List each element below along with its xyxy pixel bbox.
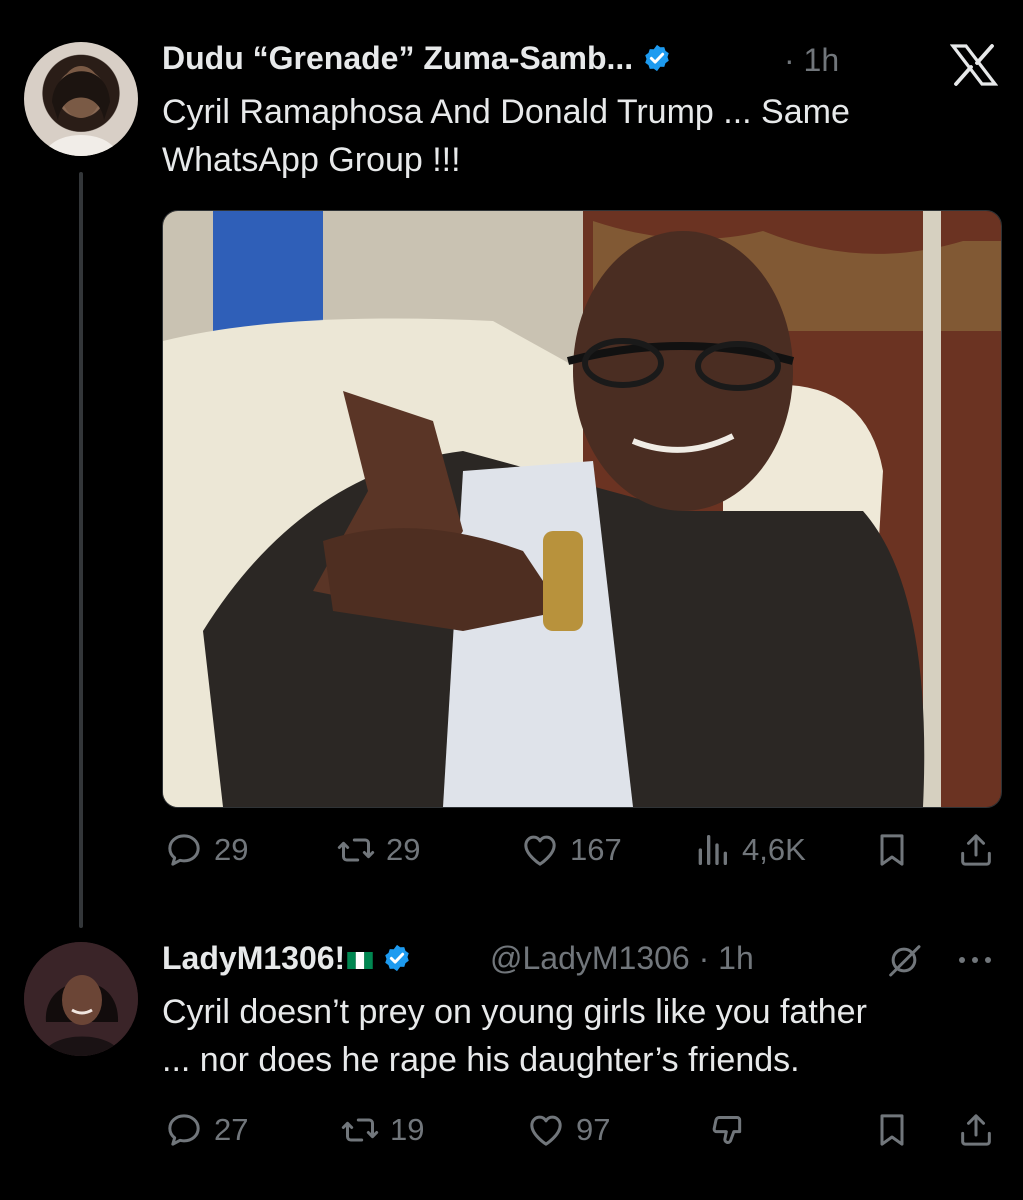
like-count: 97 — [576, 1112, 611, 1147]
avatar[interactable] — [24, 42, 138, 156]
nigeria-flag-icon — [347, 952, 373, 969]
grok-icon[interactable] — [884, 940, 924, 980]
repost-count: 19 — [390, 1112, 425, 1147]
x-logo-icon[interactable] — [950, 44, 998, 86]
tweet-media-photo[interactable] — [162, 210, 1002, 808]
downvote-icon[interactable] — [708, 1110, 748, 1150]
tweet-author-name[interactable]: Dudu “Grenade” Zuma-Samb... — [162, 40, 672, 77]
photo-image — [163, 211, 1001, 807]
tweet-handle-time[interactable]: @LadyM1306 · 1h — [490, 940, 754, 977]
tweet-author-name[interactable]: LadyM1306! — [162, 940, 412, 977]
tweet-text-line: WhatsApp Group !!! — [162, 141, 461, 179]
share-icon[interactable] — [956, 1110, 996, 1150]
more-options-icon[interactable] — [954, 944, 996, 976]
like-button[interactable]: 97 — [526, 1110, 610, 1150]
tweet-timestamp[interactable]: · 1h — [699, 940, 754, 976]
heart-icon — [530, 1115, 562, 1146]
views-button[interactable]: 4,6K — [692, 830, 806, 870]
reply-icon — [168, 834, 200, 866]
tweet-text: Cyril doesn’t prey on young girls like y… — [162, 988, 1002, 1084]
repost-icon — [337, 838, 375, 862]
bookmark-icon[interactable] — [872, 1110, 912, 1150]
like-count: 167 — [570, 832, 622, 867]
reply-button[interactable]: 29 — [164, 830, 248, 870]
avatar-portrait-icon — [24, 942, 138, 1056]
tweet-text-line: ... nor does he rape his daughter’s frie… — [162, 1041, 800, 1079]
bookmark-icon[interactable] — [872, 830, 912, 870]
avatar-portrait-icon — [44, 66, 118, 156]
tweet-text-line: Cyril doesn’t prey on young girls like y… — [162, 993, 867, 1031]
repost-button[interactable]: 29 — [336, 830, 420, 870]
repost-count: 29 — [386, 832, 421, 867]
reply-icon — [168, 1114, 200, 1146]
heart-icon — [524, 835, 556, 866]
handle[interactable]: @LadyM1306 — [490, 940, 690, 976]
repost-button[interactable]: 19 — [340, 1110, 424, 1150]
reply-count: 29 — [214, 832, 249, 867]
verified-badge-icon — [385, 944, 409, 972]
views-chart-icon — [698, 835, 727, 865]
avatar[interactable] — [24, 942, 138, 1056]
views-count: 4,6K — [742, 832, 806, 867]
like-button[interactable]: 167 — [520, 830, 622, 870]
share-icon[interactable] — [956, 830, 996, 870]
reply-count: 27 — [214, 1112, 249, 1147]
repost-icon — [341, 1118, 379, 1142]
thread-connector-line — [79, 172, 83, 928]
verified-badge-icon — [645, 44, 669, 72]
reply-button[interactable]: 27 — [164, 1110, 248, 1150]
tweet-text: Cyril Ramaphosa And Donald Trump ... Sam… — [162, 88, 982, 184]
tweet-timestamp[interactable]: · 1h — [784, 42, 839, 79]
tweet-text-line: Cyril Ramaphosa And Donald Trump ... Sam… — [162, 93, 850, 131]
